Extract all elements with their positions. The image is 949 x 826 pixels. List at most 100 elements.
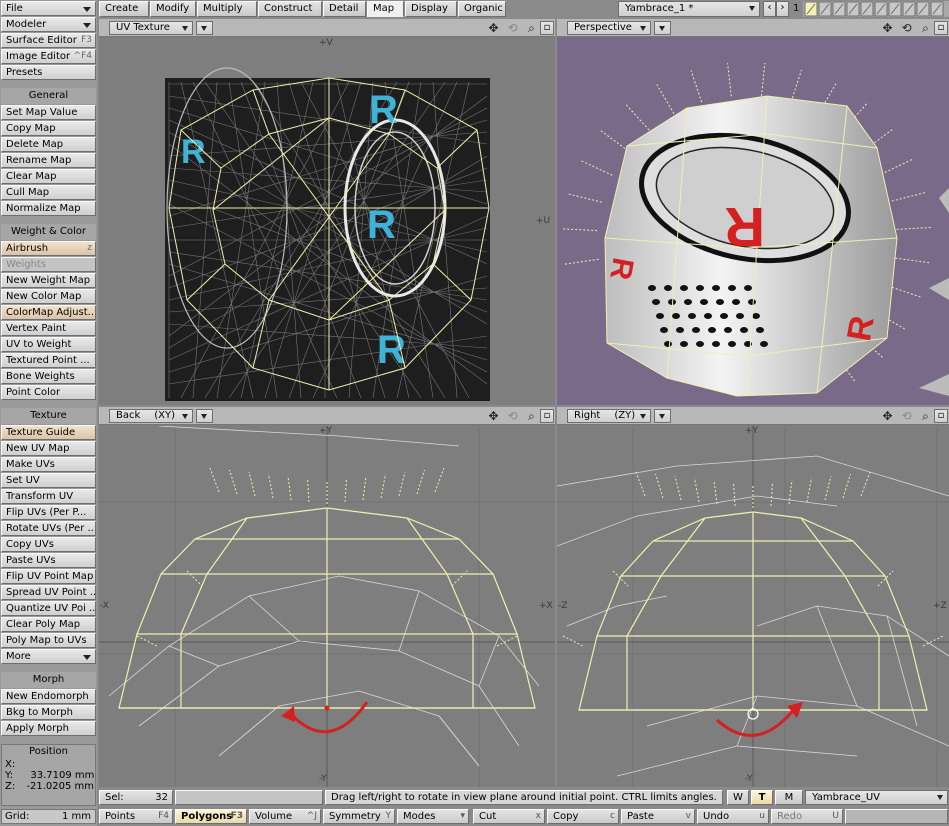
textured-point-button[interactable]: Textured Point ... [1, 353, 96, 368]
tab-display[interactable]: Display [405, 1, 457, 17]
tab-organic[interactable]: Organic [458, 1, 506, 17]
view-type-select[interactable]: Back (XY) [109, 409, 193, 423]
new-endomorph-button[interactable]: New Endomorph [1, 689, 96, 704]
transform-uv-button[interactable]: Transform UV [1, 489, 96, 504]
delete-map-button[interactable]: Delete Map [1, 137, 96, 152]
view-type-select[interactable]: UV Texture [109, 21, 193, 35]
prev-object-button[interactable]: ‹ [763, 1, 776, 17]
view-type-select[interactable]: Perspective [567, 21, 651, 35]
render-mode-select[interactable] [654, 409, 671, 423]
set-map-value-button[interactable]: Set Map Value [1, 105, 96, 120]
rotate-icon[interactable]: ⟲ [898, 21, 915, 35]
right-view-canvas[interactable] [557, 426, 949, 787]
copy-uvs-button[interactable]: Copy UVs [1, 537, 96, 552]
new-weight-map-button[interactable]: New Weight Map [1, 273, 96, 288]
zoom-icon[interactable]: ⌕ [917, 409, 934, 423]
texture-guide-button[interactable]: Texture Guide [1, 425, 96, 440]
texture-map-toggle[interactable]: T [751, 790, 773, 805]
pan-icon[interactable]: ✥ [485, 409, 502, 423]
uv-texture-viewport[interactable]: UV Texture ✥ ⟲ ⌕ ▫ +V +U RRRR [99, 19, 555, 405]
tab-multiply[interactable]: Multiply [197, 1, 257, 17]
undo-button[interactable]: Undo u [697, 809, 769, 824]
vertex-paint-button[interactable]: Vertex Paint [1, 321, 96, 336]
new-color-map-button[interactable]: New Color Map [1, 289, 96, 304]
clear-map-button[interactable]: Clear Map [1, 169, 96, 184]
uv-r-letter: R [367, 203, 396, 247]
render-mode-select[interactable] [196, 409, 213, 423]
zoom-icon[interactable]: ⌕ [917, 21, 934, 35]
surface-editor-button[interactable]: Surface Editor F3 [1, 33, 96, 48]
back-xy-viewport[interactable]: Back (XY) ✥ ⟲ ⌕ ▫ +Y -X +X -Y [99, 407, 555, 787]
normalize-map-button[interactable]: Normalize Map [1, 201, 96, 216]
spread-uv-point-button[interactable]: Spread UV Point ... [1, 585, 96, 600]
right-zy-viewport[interactable]: Right (ZY) ✥ ⟲ ⌕ ▫ +Y -Z +Z -Y [557, 407, 949, 787]
pan-icon[interactable]: ✥ [485, 21, 502, 35]
points-mode-button[interactable]: Points F4 [99, 809, 173, 824]
morph-section-header: Morph [1, 672, 96, 688]
file-menu[interactable]: File [1, 1, 96, 16]
tab-detail[interactable]: Detail [323, 1, 366, 17]
flip-uv-point-map-button[interactable]: Flip UV Point Map [1, 569, 96, 584]
pan-icon[interactable]: ✥ [879, 409, 896, 423]
bkg-to-morph-button[interactable]: Bkg to Morph [1, 705, 96, 720]
redo-button[interactable]: Redo U [771, 809, 843, 824]
presets-button[interactable]: Presets [1, 65, 96, 80]
back-view-canvas[interactable] [99, 426, 555, 787]
modeler-menu[interactable]: Modeler [1, 17, 96, 32]
rotate-icon[interactable]: ⟲ [504, 409, 521, 423]
uv-map-canvas[interactable]: R R R R [99, 38, 555, 405]
tab-create[interactable]: Create [99, 1, 149, 17]
set-uv-button[interactable]: Set UV [1, 473, 96, 488]
next-object-button[interactable]: › [776, 1, 789, 17]
maximize-viewport-button[interactable]: ▫ [934, 409, 948, 423]
tab-modify[interactable]: Modify [150, 1, 196, 17]
image-editor-button[interactable]: Image Editor ^F4 [1, 49, 96, 64]
point-color-button[interactable]: Point Color [1, 385, 96, 400]
tab-construct[interactable]: Construct [258, 1, 322, 17]
clear-poly-map-button[interactable]: Clear Poly Map [1, 617, 96, 632]
view-type-select[interactable]: Right (ZY) [567, 409, 651, 423]
render-mode-select[interactable] [654, 21, 671, 35]
paste-uvs-button[interactable]: Paste UVs [1, 553, 96, 568]
paste-button[interactable]: Paste v [621, 809, 695, 824]
make-uvs-button[interactable]: Make UVs [1, 457, 96, 472]
cull-map-button[interactable]: Cull Map [1, 185, 96, 200]
modes-menu[interactable]: Modes ▾ [397, 809, 469, 824]
maximize-viewport-button[interactable]: ▫ [934, 21, 948, 35]
perspective-canvas[interactable]: R R R [557, 38, 949, 405]
colormap-adjust-button[interactable]: ColorMap Adjust... [1, 305, 96, 320]
rotate-uvs-per-button[interactable]: Rotate UVs (Per ... [1, 521, 96, 536]
new-uv-map-button[interactable]: New UV Map [1, 441, 96, 456]
maximize-viewport-button[interactable]: ▫ [540, 21, 554, 35]
bone-weights-button[interactable]: Bone Weights [1, 369, 96, 384]
rename-map-button[interactable]: Rename Map [1, 153, 96, 168]
polygons-mode-button[interactable]: Polygons F3 [175, 809, 247, 824]
poly-map-to-uvs-button[interactable]: Poly Map to UVs [1, 633, 96, 648]
vertex-map-select[interactable]: Yambrace_UV [805, 790, 948, 805]
rotate-icon[interactable]: ⟲ [898, 409, 915, 423]
object-layer-select[interactable]: Yambrace_1 * [618, 1, 760, 17]
perspective-viewport[interactable]: Perspective ✥ ⟲ ⌕ ▫ R R R [557, 19, 949, 405]
airbrush-button[interactable]: Airbrush z [1, 241, 96, 256]
tab-map[interactable]: Map [367, 1, 404, 17]
apply-morph-button[interactable]: Apply Morph [1, 721, 96, 736]
uv-to-weight-button[interactable]: UV to Weight [1, 337, 96, 352]
more-menu[interactable]: More [1, 649, 96, 664]
zoom-icon[interactable]: ⌕ [523, 21, 540, 35]
maximize-viewport-button[interactable]: ▫ [540, 409, 554, 423]
zoom-icon[interactable]: ⌕ [523, 409, 540, 423]
render-mode-select[interactable] [196, 21, 213, 35]
morph-map-toggle[interactable]: M [775, 790, 803, 805]
pan-icon[interactable]: ✥ [879, 21, 896, 35]
layer-bank[interactable] [803, 1, 949, 17]
weight-map-toggle[interactable]: W [727, 790, 749, 805]
copy-button[interactable]: Copy c [547, 809, 619, 824]
flip-uvs-per-p-button[interactable]: Flip UVs (Per P... [1, 505, 96, 520]
symmetry-toggle[interactable]: Symmetry Y [323, 809, 395, 824]
copy-map-button[interactable]: Copy Map [1, 121, 96, 136]
rotate-icon[interactable]: ⟲ [504, 21, 521, 35]
weights-button[interactable]: Weights [1, 257, 96, 272]
cut-button[interactable]: Cut x [473, 809, 545, 824]
quantize-uv-poi-button[interactable]: Quantize UV Poi ... [1, 601, 96, 616]
volume-mode-button[interactable]: Volume ^J [249, 809, 321, 824]
